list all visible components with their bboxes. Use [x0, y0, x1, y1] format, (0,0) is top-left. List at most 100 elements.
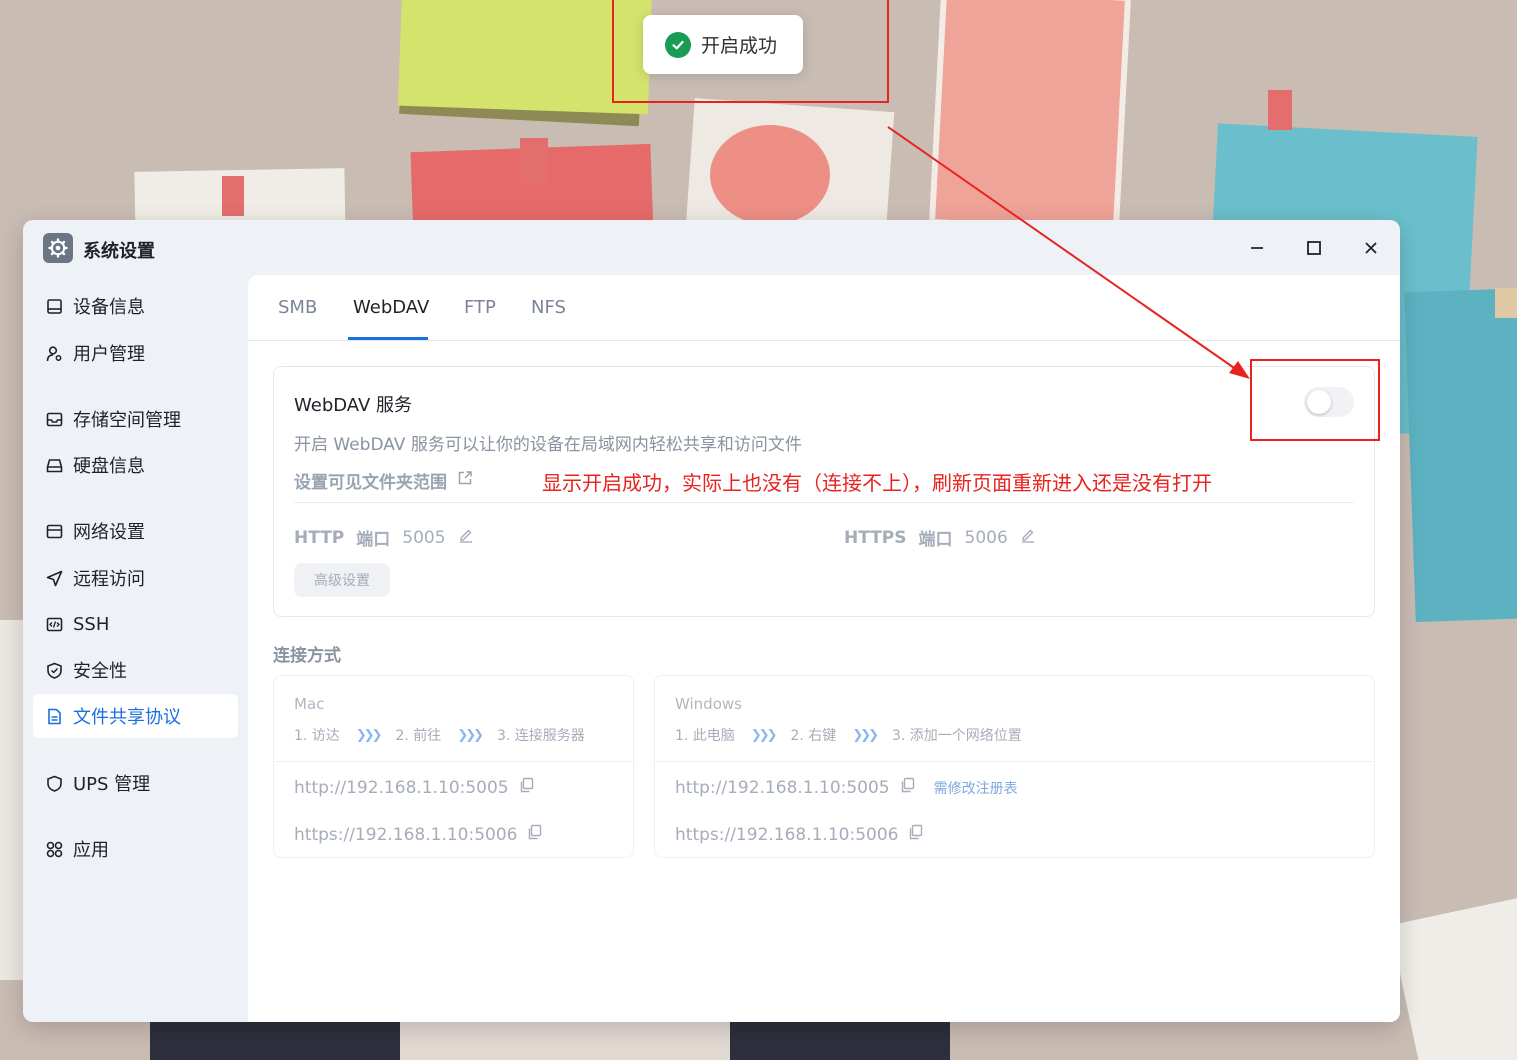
shield-check-icon: [45, 661, 63, 679]
sidebar-item-label: 用户管理: [73, 344, 145, 365]
document-icon: [45, 707, 63, 725]
chevrons-right-icon: ❯❯❯: [457, 727, 484, 743]
step: 2. 右键: [790, 728, 837, 744]
edit-icon[interactable]: [1020, 527, 1036, 548]
scope-link[interactable]: 设置可见文件夹范围: [294, 468, 473, 493]
step: 3. 连接服务器: [497, 728, 585, 744]
sidebar-item-label: SSH: [73, 613, 110, 635]
tab-smb[interactable]: SMB: [278, 297, 317, 341]
title-bar: 系统设置: [23, 220, 1400, 276]
service-description: 开启 WebDAV 服务可以让你的设备在局域网内轻松共享和访问文件: [294, 435, 802, 455]
copy-icon[interactable]: [519, 777, 535, 798]
gear-icon: [43, 233, 73, 263]
url-row: https://192.168.1.10:5006: [675, 824, 924, 845]
url-row: http://192.168.1.10:5005: [294, 777, 535, 798]
sidebar-item-label: 远程访问: [73, 569, 145, 590]
inbox-icon: [45, 410, 63, 428]
mac-connection-header: Mac 1. 访达 ❯❯❯ 2. 前往 ❯❯❯ 3. 连接服务器: [274, 676, 633, 762]
windows-connection-header: Windows 1. 此电脑 ❯❯❯ 2. 右键 ❯❯❯ 3. 添加一个网络位置: [655, 676, 1374, 762]
chevrons-right-icon: ❯❯❯: [750, 727, 778, 743]
sidebar-item-storage[interactable]: 存储空间管理: [33, 397, 238, 441]
step: 1. 访达: [294, 728, 340, 744]
copy-icon[interactable]: [527, 824, 543, 845]
connection-steps: 1. 此电脑 ❯❯❯ 2. 右键 ❯❯❯ 3. 添加一个网络位置: [675, 725, 1022, 745]
sidebar-item-network[interactable]: 网络设置: [33, 509, 238, 553]
step: 3. 添加一个网络位置: [892, 728, 1022, 744]
url-text: https://192.168.1.10:5006: [294, 824, 518, 845]
copy-icon[interactable]: [900, 777, 916, 798]
advanced-settings-button[interactable]: 高级设置: [294, 563, 390, 597]
url-row: http://192.168.1.10:5005 需修改注册表: [675, 777, 1018, 798]
sidebar-item-label: 安全性: [73, 661, 127, 682]
https-port-row: HTTPS 端口 5006: [844, 525, 1036, 550]
protocol-tabs: SMB WebDAV FTP NFS: [248, 275, 1400, 341]
network-icon: [45, 522, 63, 540]
disk-icon: [45, 456, 63, 474]
os-label: Windows: [675, 695, 742, 713]
tab-webdav[interactable]: WebDAV: [353, 297, 429, 341]
mac-connection-card: Mac 1. 访达 ❯❯❯ 2. 前往 ❯❯❯ 3. 连接服务器 http://…: [273, 675, 634, 858]
service-title: WebDAV 服务: [294, 395, 412, 416]
sidebar-item-label: 硬盘信息: [73, 456, 145, 477]
scope-link-label: 设置可见文件夹范围: [294, 473, 447, 493]
webdav-service-card: WebDAV 服务 开启 WebDAV 服务可以让你的设备在局域网内轻松共享和访…: [273, 366, 1375, 617]
step: 1. 此电脑: [675, 728, 735, 744]
tab-ftp[interactable]: FTP: [464, 297, 496, 341]
connection-title: 连接方式: [273, 646, 341, 666]
apps-icon: [45, 840, 63, 858]
sidebar-item-user-management[interactable]: 用户管理: [33, 331, 238, 375]
sidebar-item-label: UPS 管理: [73, 774, 151, 795]
divider: [294, 502, 1354, 503]
http-port-value: 5005: [402, 527, 446, 548]
sidebar-item-label: 存储空间管理: [73, 410, 181, 431]
device-icon: [45, 297, 63, 315]
sidebar-item-label: 设备信息: [73, 297, 145, 318]
url-text: http://192.168.1.10:5005: [675, 777, 890, 798]
url-text: https://192.168.1.10:5006: [675, 824, 899, 845]
sidebar-item-label: 文件共享协议: [73, 707, 181, 728]
code-icon: [45, 615, 63, 633]
https-label: HTTPS: [844, 527, 907, 548]
sidebar-item-disk-info[interactable]: 硬盘信息: [33, 443, 238, 487]
settings-window: 系统设置 设备信息 用户管理 存储空间管理 硬盘信息 网络设置 远程访问 SSH…: [23, 220, 1400, 1022]
sidebar-item-remote-access[interactable]: 远程访问: [33, 556, 238, 600]
url-row: https://192.168.1.10:5006: [294, 824, 543, 845]
sidebar-item-ssh[interactable]: SSH: [33, 602, 238, 646]
sidebar-item-device-info[interactable]: 设备信息: [33, 284, 238, 328]
sidebar-item-label: 网络设置: [73, 522, 145, 543]
annotation-box-toast: [612, 0, 889, 103]
shield-icon: [45, 774, 63, 792]
sidebar-item-apps[interactable]: 应用: [33, 827, 238, 871]
https-port-value: 5006: [964, 527, 1008, 548]
tab-nfs[interactable]: NFS: [531, 297, 566, 341]
sidebar-item-file-sharing[interactable]: 文件共享协议: [33, 694, 238, 738]
https-port-unit: 端口: [918, 530, 953, 550]
maximize-icon[interactable]: [1300, 234, 1328, 262]
sidebar-item-ups[interactable]: UPS 管理: [33, 761, 238, 805]
http-label: HTTP: [294, 527, 345, 548]
registry-link[interactable]: 需修改注册表: [934, 778, 1018, 798]
edit-icon[interactable]: [458, 527, 474, 548]
url-text: http://192.168.1.10:5005: [294, 777, 509, 798]
os-label: Mac: [294, 695, 325, 713]
copy-icon[interactable]: [908, 824, 924, 845]
annotation-note: 显示开启成功，实际上也没有（连接不上），刷新页面重新进入还是没有打开: [542, 471, 1212, 495]
http-port-row: HTTP 端口 5005: [294, 525, 474, 550]
sidebar-item-label: 应用: [73, 840, 109, 861]
minimize-icon[interactable]: [1243, 234, 1271, 262]
sidebar-item-security[interactable]: 安全性: [33, 648, 238, 692]
external-link-icon: [457, 470, 473, 491]
window-title: 系统设置: [83, 241, 155, 262]
chevrons-right-icon: ❯❯❯: [852, 727, 879, 743]
close-icon[interactable]: [1357, 234, 1385, 262]
active-tab-indicator: [348, 337, 428, 340]
connection-steps: 1. 访达 ❯❯❯ 2. 前往 ❯❯❯ 3. 连接服务器: [294, 725, 585, 745]
send-icon: [45, 569, 63, 587]
annotation-box-toggle: [1250, 359, 1380, 441]
main-content: SMB WebDAV FTP NFS WebDAV 服务 开启 WebDAV 服…: [248, 275, 1400, 1022]
windows-connection-card: Windows 1. 此电脑 ❯❯❯ 2. 右键 ❯❯❯ 3. 添加一个网络位置…: [654, 675, 1375, 858]
chevrons-right-icon: ❯❯❯: [355, 727, 383, 743]
step: 2. 前往: [395, 728, 442, 744]
http-port-unit: 端口: [356, 530, 391, 550]
user-gear-icon: [45, 344, 63, 362]
